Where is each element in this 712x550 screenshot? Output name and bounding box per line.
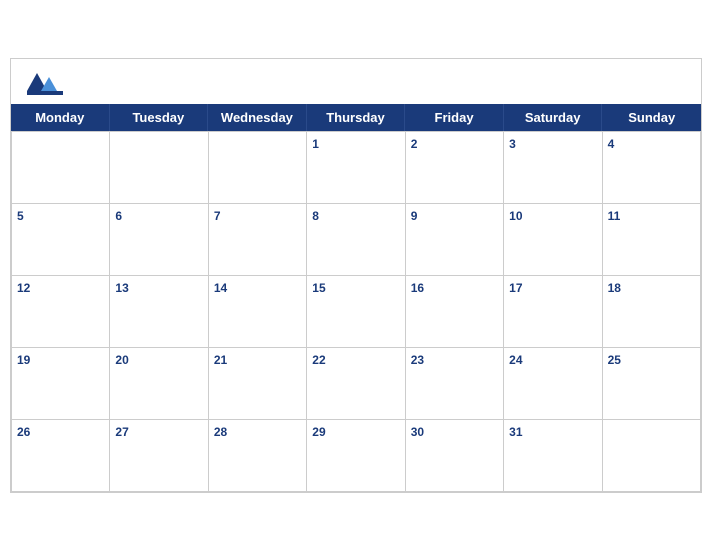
calendar-cell: 29: [307, 420, 405, 492]
day-header-friday: Friday: [405, 104, 504, 131]
calendar-cell: 25: [603, 348, 701, 420]
cell-number: 31: [509, 424, 596, 441]
calendar-cell: 23: [406, 348, 504, 420]
calendar-cell: 26: [12, 420, 110, 492]
calendar-cell: 3: [504, 132, 602, 204]
calendar-cell: 18: [603, 276, 701, 348]
cell-number: 29: [312, 424, 399, 441]
calendar-cell: 9: [406, 204, 504, 276]
cell-number: 1: [312, 136, 399, 153]
calendar-cell: 17: [504, 276, 602, 348]
cell-number: 25: [608, 352, 695, 369]
calendar-cell: 28: [209, 420, 307, 492]
cell-number: 11: [608, 208, 695, 225]
cell-number: 27: [115, 424, 202, 441]
cell-number: 5: [17, 208, 104, 225]
logo-area: [27, 69, 63, 98]
cell-number: 7: [214, 208, 301, 225]
calendar-cell: 20: [110, 348, 208, 420]
cell-number: 6: [115, 208, 202, 225]
day-header-sunday: Sunday: [602, 104, 701, 131]
cell-number: 24: [509, 352, 596, 369]
calendar-grid: 1234567891011121314151617181920212223242…: [11, 131, 701, 492]
calendar-header: [11, 59, 701, 104]
cell-number: 13: [115, 280, 202, 297]
calendar-cell: 13: [110, 276, 208, 348]
calendar-cell: 21: [209, 348, 307, 420]
calendar-cell: 15: [307, 276, 405, 348]
cell-number: 3: [509, 136, 596, 153]
cell-number: 23: [411, 352, 498, 369]
calendar-cell: 7: [209, 204, 307, 276]
calendar-cell: 8: [307, 204, 405, 276]
cell-number: 10: [509, 208, 596, 225]
calendar-cell: 11: [603, 204, 701, 276]
cell-number: 16: [411, 280, 498, 297]
calendar-cell: 19: [12, 348, 110, 420]
calendar-cell: 24: [504, 348, 602, 420]
cell-number: 18: [608, 280, 695, 297]
calendar-cell: 12: [12, 276, 110, 348]
cell-number: 14: [214, 280, 301, 297]
calendar-cell: 27: [110, 420, 208, 492]
calendar-cell: 5: [12, 204, 110, 276]
cell-number: 12: [17, 280, 104, 297]
cell-number: 8: [312, 208, 399, 225]
logo-icon: [27, 69, 63, 97]
day-header-thursday: Thursday: [307, 104, 406, 131]
cell-number: 21: [214, 352, 301, 369]
calendar-cell: 10: [504, 204, 602, 276]
calendar-cell: 14: [209, 276, 307, 348]
cell-number: 15: [312, 280, 399, 297]
calendar-cell: 30: [406, 420, 504, 492]
calendar-cell: 4: [603, 132, 701, 204]
cell-number: 26: [17, 424, 104, 441]
cell-number: 17: [509, 280, 596, 297]
calendar-cell: [209, 132, 307, 204]
calendar-cell: 16: [406, 276, 504, 348]
cell-number: 28: [214, 424, 301, 441]
day-header-saturday: Saturday: [504, 104, 603, 131]
cell-number: 20: [115, 352, 202, 369]
calendar-cell: 31: [504, 420, 602, 492]
cell-number: 9: [411, 208, 498, 225]
day-header-wednesday: Wednesday: [208, 104, 307, 131]
calendar-cell: 6: [110, 204, 208, 276]
day-header-monday: Monday: [11, 104, 110, 131]
calendar-cell: 1: [307, 132, 405, 204]
calendar-cell: [603, 420, 701, 492]
cell-number: 22: [312, 352, 399, 369]
calendar-cell: 2: [406, 132, 504, 204]
cell-number: 19: [17, 352, 104, 369]
calendar-cell: 22: [307, 348, 405, 420]
calendar: MondayTuesdayWednesdayThursdayFridaySatu…: [10, 58, 702, 493]
day-header-tuesday: Tuesday: [110, 104, 209, 131]
day-headers: MondayTuesdayWednesdayThursdayFridaySatu…: [11, 104, 701, 131]
calendar-cell: [12, 132, 110, 204]
cell-number: 2: [411, 136, 498, 153]
calendar-cell: [110, 132, 208, 204]
cell-number: 30: [411, 424, 498, 441]
cell-number: 4: [608, 136, 695, 153]
